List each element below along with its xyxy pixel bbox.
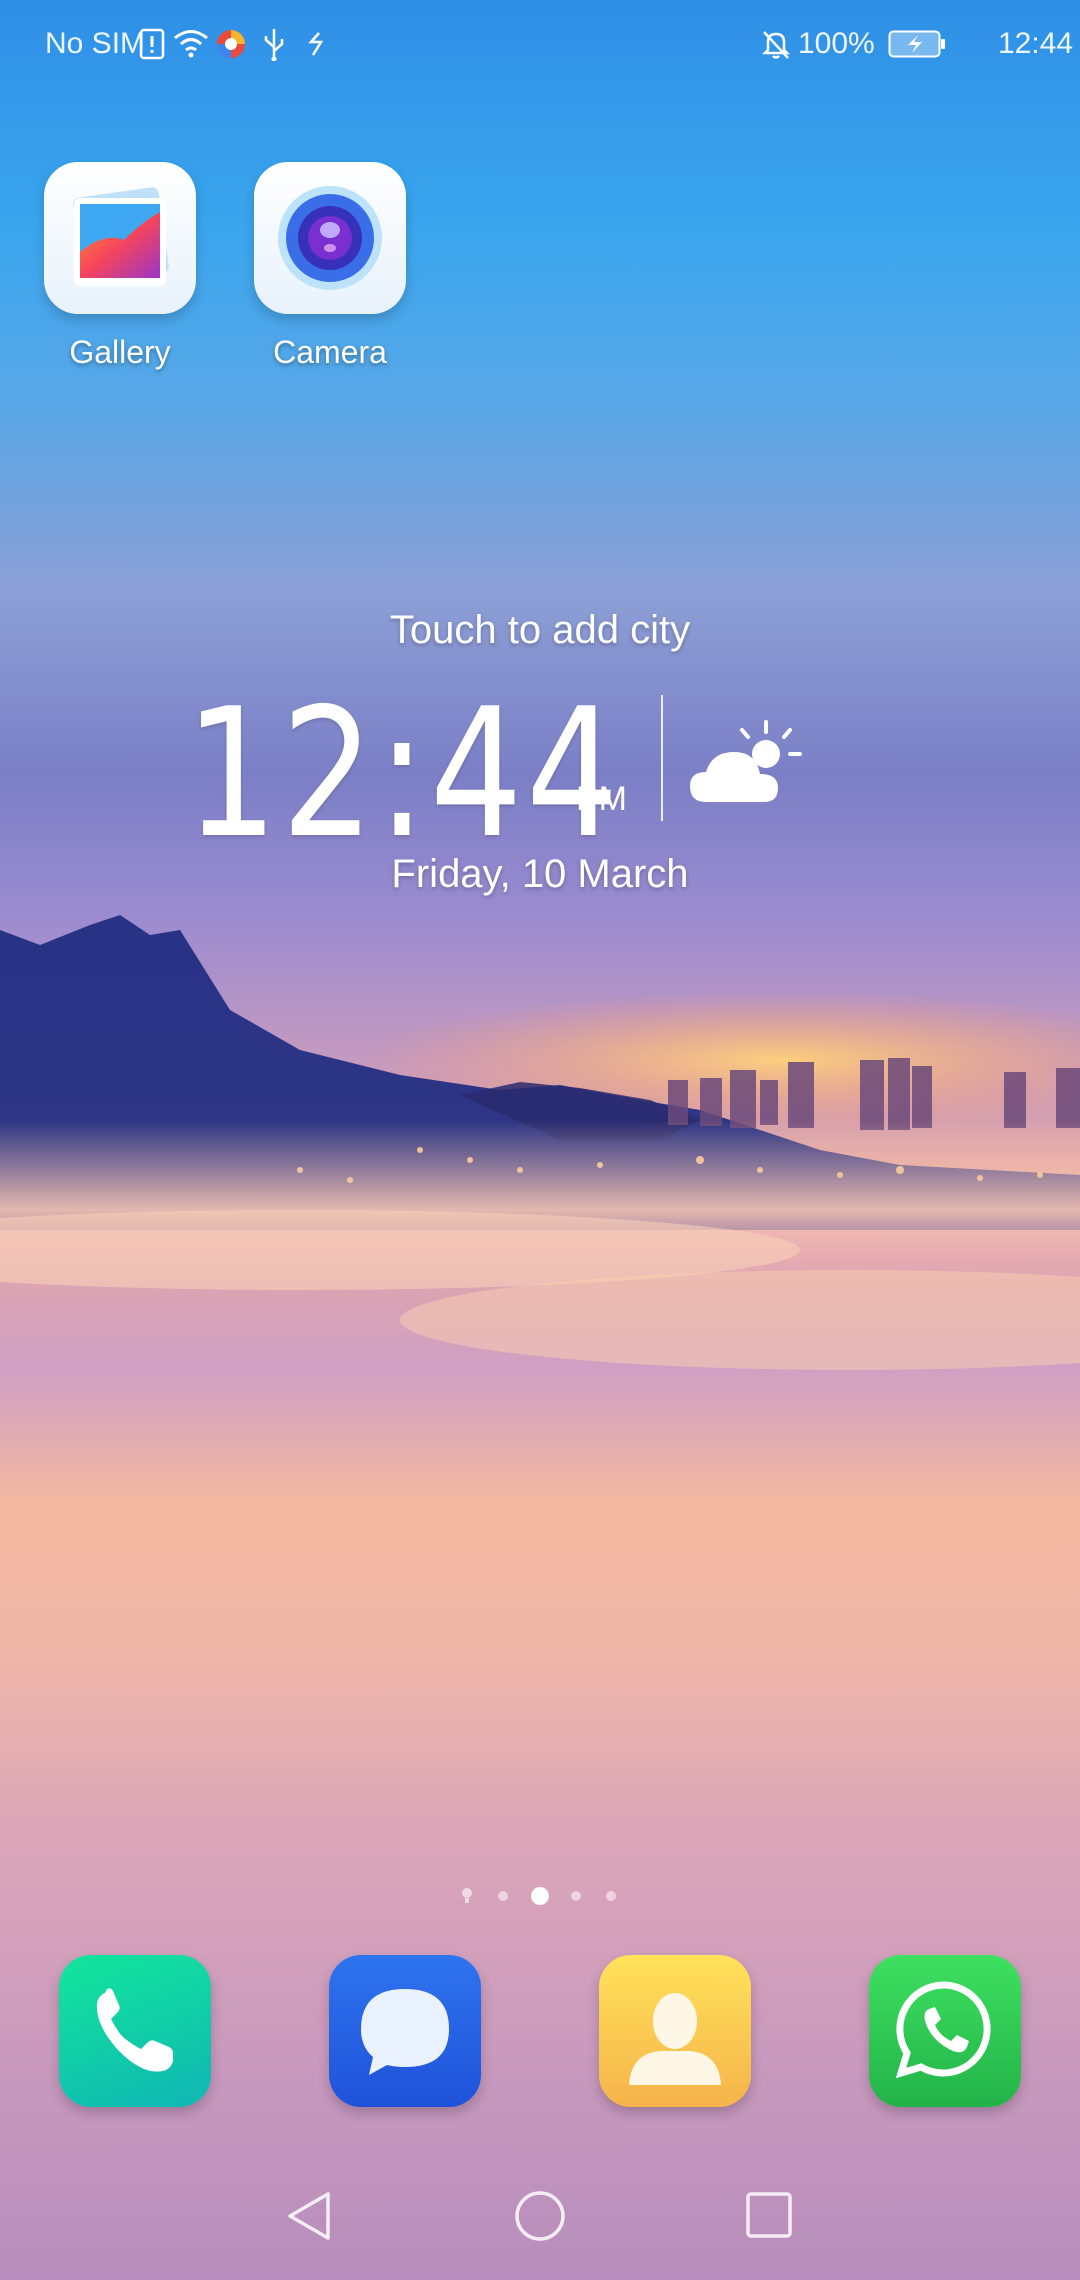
page-dot-active[interactable] [531,1887,549,1905]
contact-person-icon [629,1993,721,2085]
sim-alert-icon [139,28,165,60]
app-camera[interactable]: Camera [245,162,415,371]
status-bar: No SIM 100% 12:44 [0,0,1080,90]
battery-charging-icon [888,30,945,58]
clock-time[interactable]: 12:44 [185,670,622,877]
app-gallery[interactable]: Gallery [35,162,205,371]
home-screen: No SIM 100% 12:44 Gallery Camera Touch t… [0,0,1080,2280]
gallery-icon [44,162,196,314]
dock-whatsapp[interactable] [869,1955,1021,2107]
status-time: 12:44 [998,27,1074,60]
recents-icon[interactable] [744,2190,796,2242]
widget-divider [661,695,663,821]
page-dot[interactable] [606,1891,616,1901]
back-icon[interactable] [284,2188,336,2244]
page-indicator [0,1886,1080,1906]
app-label-gallery: Gallery [69,334,171,370]
page-dot[interactable] [498,1891,508,1901]
app-label-camera: Camera [273,334,387,370]
sync-icon [308,32,324,56]
add-city-prompt[interactable]: Touch to add city [0,608,1080,653]
home-icon[interactable] [512,2188,568,2244]
clock-ampm: PM [576,780,627,818]
muted-bell-icon [761,31,791,59]
message-bubble-icon [361,1989,449,2075]
wifi-icon [174,30,208,58]
usb-icon [264,29,284,61]
dock-contacts[interactable] [599,1955,751,2107]
whatsapp-icon [895,1981,991,2079]
page-hint-bulb-icon [462,1888,472,1903]
browser-notification-icon [217,30,245,58]
clock-date[interactable]: Friday, 10 March [0,852,1080,897]
phone-icon [96,1988,173,2072]
dock-phone[interactable] [59,1955,211,2107]
carrier-label: No SIM [45,27,146,60]
battery-percent: 100% [798,27,875,60]
page-dot[interactable] [571,1891,581,1901]
partly-sunny-icon[interactable] [686,720,802,816]
camera-icon [254,162,406,314]
dock-messages[interactable] [329,1955,481,2107]
navigation-bar [0,2170,1080,2280]
